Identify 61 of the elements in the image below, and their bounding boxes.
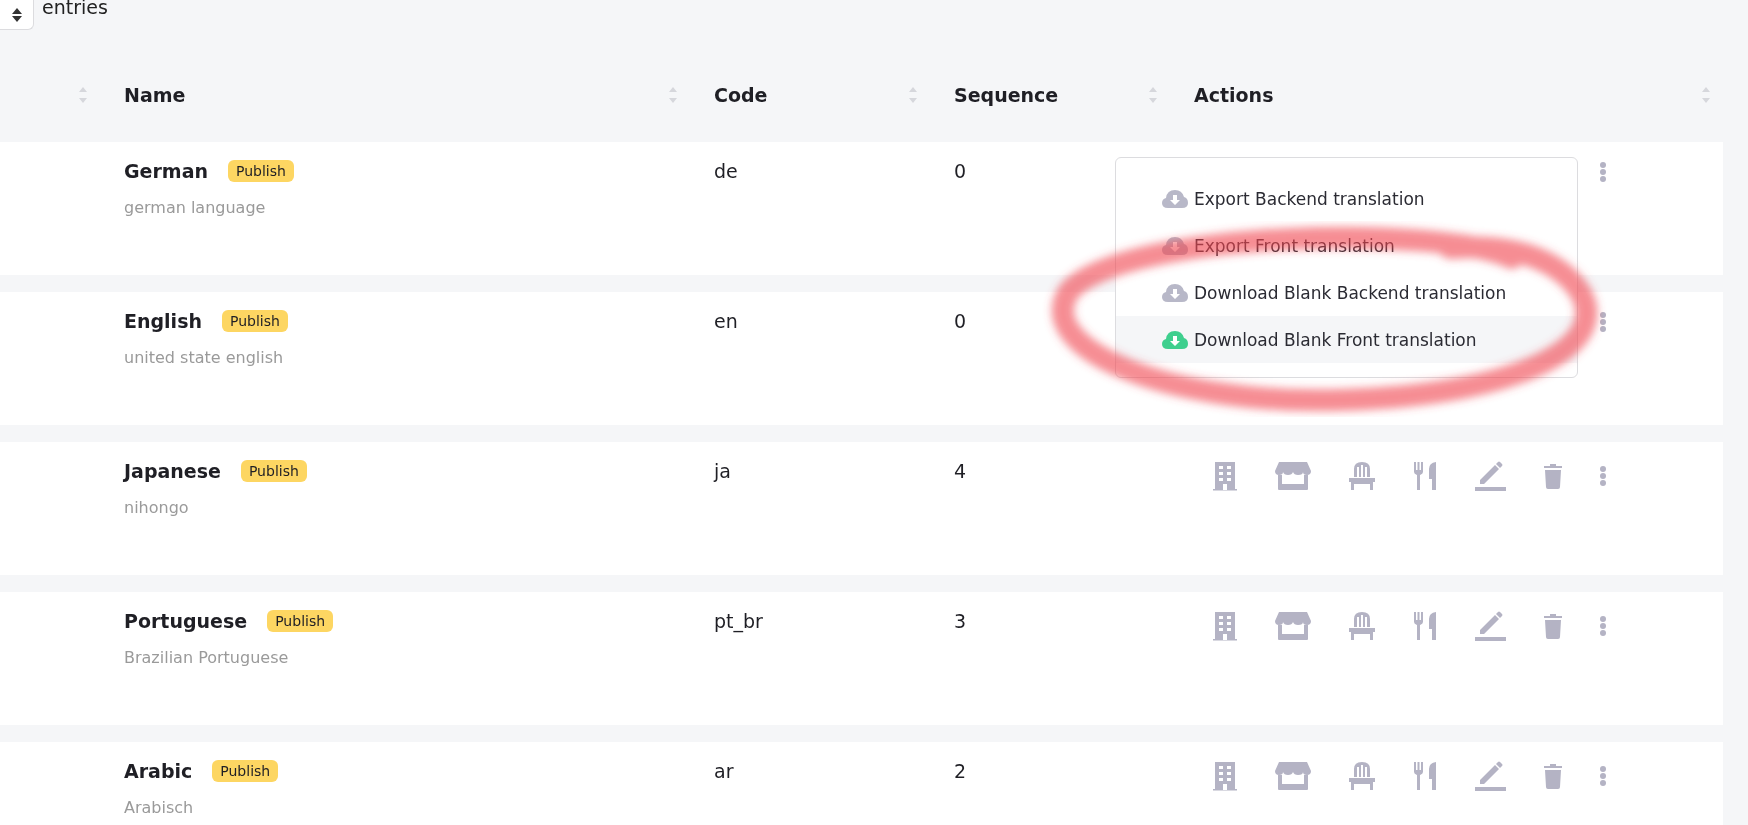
page-length-select[interactable]: [0, 0, 34, 30]
publish-badge: Publish: [240, 460, 307, 482]
trash-icon[interactable]: [1542, 613, 1563, 639]
trash-icon[interactable]: [1542, 463, 1563, 489]
language-name: German: [124, 160, 208, 182]
language-description: Brazilian Portuguese: [124, 648, 289, 667]
publish-badge: Publish: [267, 610, 334, 632]
sequence-number: 0: [954, 310, 967, 332]
sequence-number: 0: [954, 160, 967, 182]
building-icon[interactable]: [1212, 461, 1238, 491]
menu-item[interactable]: Download Blank Front translation: [1116, 316, 1577, 363]
language-name: English: [124, 310, 202, 332]
building-icon[interactable]: [1212, 611, 1238, 641]
cloud-download-icon: [1162, 235, 1188, 256]
publish-badge: Publish: [212, 760, 279, 782]
pencil-icon[interactable]: [1474, 461, 1507, 491]
cloud-download-icon: [1162, 329, 1188, 350]
storefront-icon[interactable]: [1274, 761, 1313, 791]
language-name: Japanese: [124, 460, 221, 482]
storefront-icon[interactable]: [1274, 461, 1313, 491]
more-options-icon[interactable]: [1599, 161, 1607, 183]
sequence-number: 2: [954, 760, 967, 782]
pencil-icon[interactable]: [1474, 761, 1507, 791]
language-code: pt_br: [714, 610, 763, 632]
pencil-icon[interactable]: [1474, 611, 1507, 641]
chair-icon[interactable]: [1348, 461, 1377, 491]
language-description: german language: [124, 198, 266, 217]
language-code: de: [714, 160, 738, 182]
sequence-number: 4: [954, 460, 967, 482]
language-description: nihongo: [124, 498, 189, 517]
more-options-icon[interactable]: [1598, 465, 1607, 487]
fork-and-knife-icon[interactable]: [1412, 761, 1439, 791]
more-options-icon[interactable]: [1599, 311, 1607, 333]
trash-icon[interactable]: [1542, 763, 1563, 789]
more-options-icon[interactable]: [1598, 615, 1607, 637]
sort-arrows-icon: [10, 6, 23, 23]
sequence-number: 3: [954, 610, 967, 632]
publish-badge: Publish: [228, 160, 294, 182]
language-code: ja: [714, 460, 731, 482]
cloud-download-icon: [1162, 282, 1188, 303]
column-header[interactable]: Code: [714, 84, 768, 106]
menu-item[interactable]: Export Backend translation: [1116, 175, 1577, 222]
storefront-icon[interactable]: [1274, 611, 1313, 641]
language-code: en: [714, 310, 738, 332]
chair-icon[interactable]: [1348, 761, 1377, 791]
language-description: Arabisch: [124, 798, 194, 817]
language-code: ar: [714, 760, 734, 782]
fork-and-knife-icon[interactable]: [1412, 461, 1439, 491]
language-name: Portuguese: [124, 610, 248, 632]
entries-label: entries: [42, 0, 108, 18]
fork-and-knife-icon[interactable]: [1412, 611, 1439, 641]
chair-icon[interactable]: [1348, 611, 1377, 641]
language-name: Arabic: [124, 760, 193, 782]
cloud-download-icon: [1162, 188, 1188, 209]
language-description: united state english: [124, 348, 284, 367]
column-header[interactable]: Sequence: [954, 84, 1059, 106]
more-options-icon[interactable]: [1598, 765, 1607, 787]
publish-badge: Publish: [221, 310, 288, 332]
column-header[interactable]: Name: [124, 84, 186, 106]
column-header[interactable]: Actions: [1194, 84, 1274, 106]
building-icon[interactable]: [1212, 761, 1238, 791]
